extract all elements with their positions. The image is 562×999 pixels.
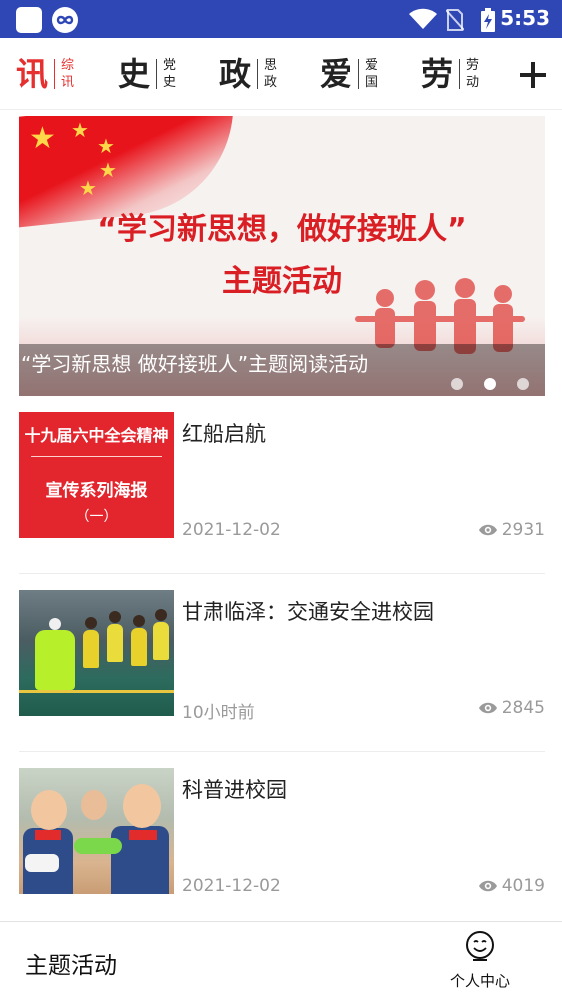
tab-labor-sub-bottom: 动 [466, 75, 480, 90]
star-icon: ★ [97, 134, 115, 158]
news-thumbnail [19, 768, 174, 894]
tab-party-history[interactable]: 史 党 史 [118, 52, 176, 96]
tab-labor[interactable]: 劳 劳 动 [421, 52, 479, 96]
tab-patriotism-label: 爱 [320, 55, 353, 93]
tab-patriotism-sub-bottom: 国 [365, 75, 379, 90]
eye-icon [478, 702, 497, 714]
user-center-label: 个人中心 [449, 972, 510, 990]
app-notification-icon [16, 7, 42, 33]
tab-party-history-label: 史 [118, 55, 151, 93]
news-title: 科普进校园 [182, 778, 287, 802]
tab-news-label: 讯 [16, 55, 49, 93]
tab-separator [257, 59, 259, 89]
poster-divider [31, 456, 162, 457]
banner-carousel[interactable]: ★ ★ ★ ★ ★ “学习新思想，做好接班人” 主题活动 “学习新思想 做好接班… [19, 116, 545, 396]
news-list-item[interactable]: 科普进校园 2021-12-02 4019 [19, 768, 545, 896]
tab-separator [54, 59, 56, 89]
status-bar: 5:53 [0, 0, 562, 38]
banner-caption: “学习新思想 做好接班人”主题阅读活动 [21, 352, 369, 376]
star-icon: ★ [29, 121, 56, 156]
view-count-value: 2845 [501, 698, 545, 718]
news-date: 2021-12-02 [182, 520, 281, 540]
banner-headline: “学习新思想，做好接班人” [97, 212, 467, 247]
add-channel-plus-icon[interactable] [518, 60, 548, 90]
poster-issue: （一） [75, 509, 118, 525]
news-date: 2021-12-02 [182, 876, 281, 896]
star-icon: ★ [71, 118, 89, 142]
news-list-item[interactable]: 十九届六中全会精神 宣传系列海报 （一） 红船启航 2021-12-02 293… [19, 412, 545, 540]
list-divider [19, 751, 545, 752]
tab-separator [459, 59, 461, 89]
tab-news[interactable]: 讯 综 讯 [16, 52, 74, 96]
tab-news-sub-top: 综 [61, 58, 75, 73]
bottom-navigation: 主题活动 个人中心 [0, 921, 562, 999]
news-thumbnail: 十九届六中全会精神 宣传系列海报 （一） [19, 412, 174, 538]
news-view-count: 2931 [478, 520, 545, 540]
eye-icon [478, 524, 497, 536]
star-icon: ★ [79, 176, 97, 200]
no-sim-icon [445, 8, 465, 36]
tab-labor-label: 劳 [421, 55, 454, 93]
news-title: 甘肃临泽：交通安全进校园 [182, 600, 434, 624]
star-icon: ★ [99, 158, 117, 182]
news-view-count: 4019 [478, 876, 545, 896]
eye-icon [478, 880, 497, 892]
tab-news-sub-bottom: 讯 [61, 75, 75, 90]
tab-ideology-sub-bottom: 政 [264, 75, 278, 90]
tab-ideology-sub-top: 思 [264, 58, 278, 73]
bottom-tab-theme-activities[interactable]: 主题活动 [25, 946, 117, 980]
news-title: 红船启航 [182, 422, 266, 446]
tab-patriotism-sub-top: 爱 [365, 58, 379, 73]
news-view-count: 2845 [478, 698, 545, 718]
tab-party-history-sub-top: 党 [163, 58, 177, 73]
banner-subheadline: 主题活动 [222, 264, 342, 299]
wifi-icon [408, 8, 438, 34]
news-date: 10小时前 [182, 703, 255, 723]
poster-subtitle: 宣传系列海报 [45, 481, 148, 501]
list-divider [19, 573, 545, 574]
tab-party-history-sub-bottom: 史 [163, 75, 177, 90]
news-list-item[interactable]: 甘肃临泽：交通安全进校园 10小时前 2845 [19, 590, 545, 723]
clock: 5:53 [500, 6, 550, 30]
news-thumbnail [19, 590, 174, 716]
channel-tab-bar: 讯 综 讯 史 党 史 政 思 政 爱 爱 国 劳 劳 动 [0, 38, 562, 110]
view-count-value: 4019 [501, 876, 545, 896]
user-center-button[interactable]: 个人中心 [438, 930, 522, 996]
carousel-dot-active[interactable] [484, 378, 496, 390]
view-count-value: 2931 [501, 520, 545, 540]
tab-ideology-label: 政 [219, 55, 252, 93]
tab-separator [156, 59, 158, 89]
poster-title: 十九届六中全会精神 [24, 426, 169, 445]
tab-labor-sub-top: 劳 [466, 58, 480, 73]
carousel-dot[interactable] [517, 378, 529, 390]
battery-charging-icon [480, 8, 496, 36]
smiley-face-icon [466, 931, 494, 961]
carousel-dot[interactable] [451, 378, 463, 390]
infinity-notification-icon [52, 7, 78, 33]
carousel-indicator [451, 378, 529, 390]
tab-patriotism[interactable]: 爱 爱 国 [320, 52, 378, 96]
tab-separator [358, 59, 360, 89]
tab-ideology[interactable]: 政 思 政 [219, 52, 277, 96]
